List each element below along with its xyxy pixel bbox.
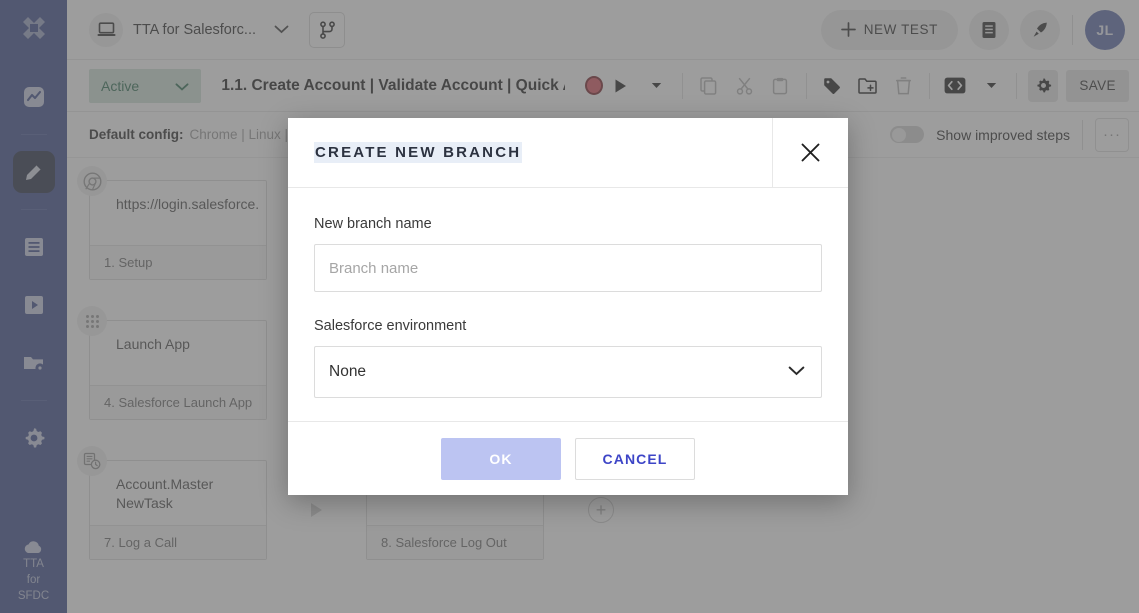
dialog-body: New branch name Salesforce environment N… [288,188,848,421]
dialog-title: CREATE NEW BRANCH [314,142,522,163]
create-branch-dialog: CREATE NEW BRANCH New branch name Salesf… [288,118,848,495]
salesforce-environment-select[interactable]: None [314,346,822,398]
salesforce-environment-label: Salesforce environment [314,318,822,334]
chevron-down-icon [788,363,805,381]
dialog-title-wrap: CREATE NEW BRANCH [288,118,772,187]
close-button[interactable] [772,118,848,187]
field-spacer [314,292,822,318]
close-icon [800,142,821,163]
ok-button[interactable]: OK [441,438,561,480]
app-root: TTA for SFDC TTA for Salesforc... [0,0,1139,613]
salesforce-environment-value: None [329,363,366,381]
branch-name-input[interactable] [314,244,822,292]
cancel-button[interactable]: CANCEL [575,438,695,480]
branch-name-label: New branch name [314,216,822,232]
dialog-header: CREATE NEW BRANCH [288,118,848,188]
dialog-footer: OK CANCEL [288,421,848,495]
